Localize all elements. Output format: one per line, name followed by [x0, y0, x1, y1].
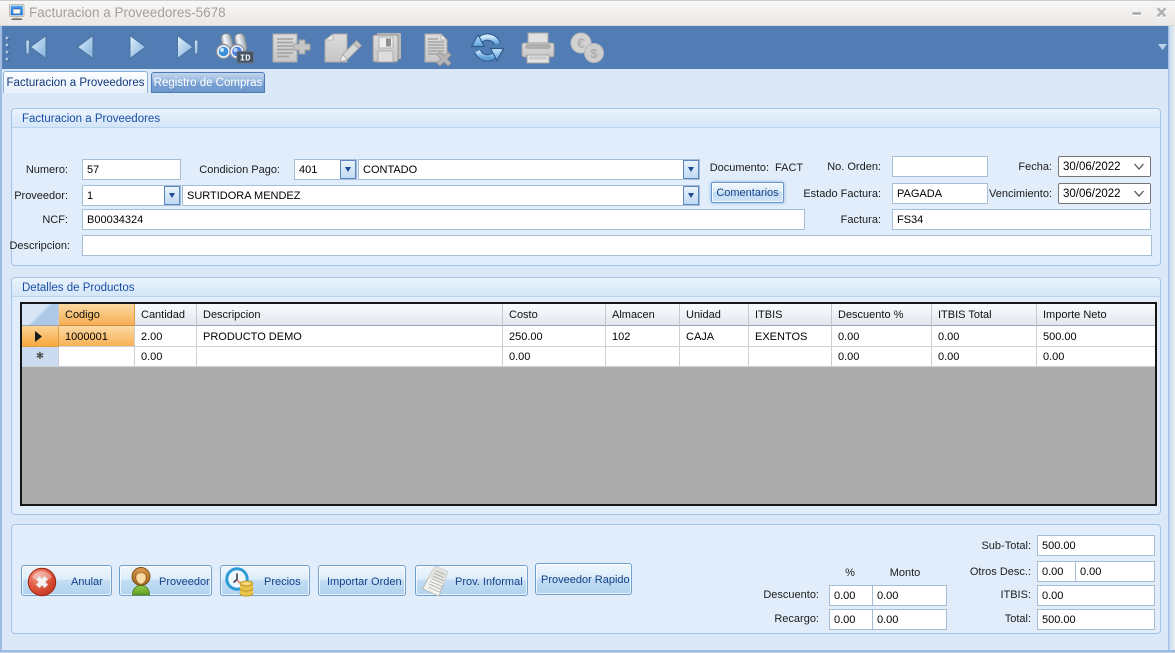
svg-text:€: € [577, 35, 585, 51]
svg-text:$: $ [590, 46, 598, 61]
svg-text:ID: ID [240, 54, 251, 64]
